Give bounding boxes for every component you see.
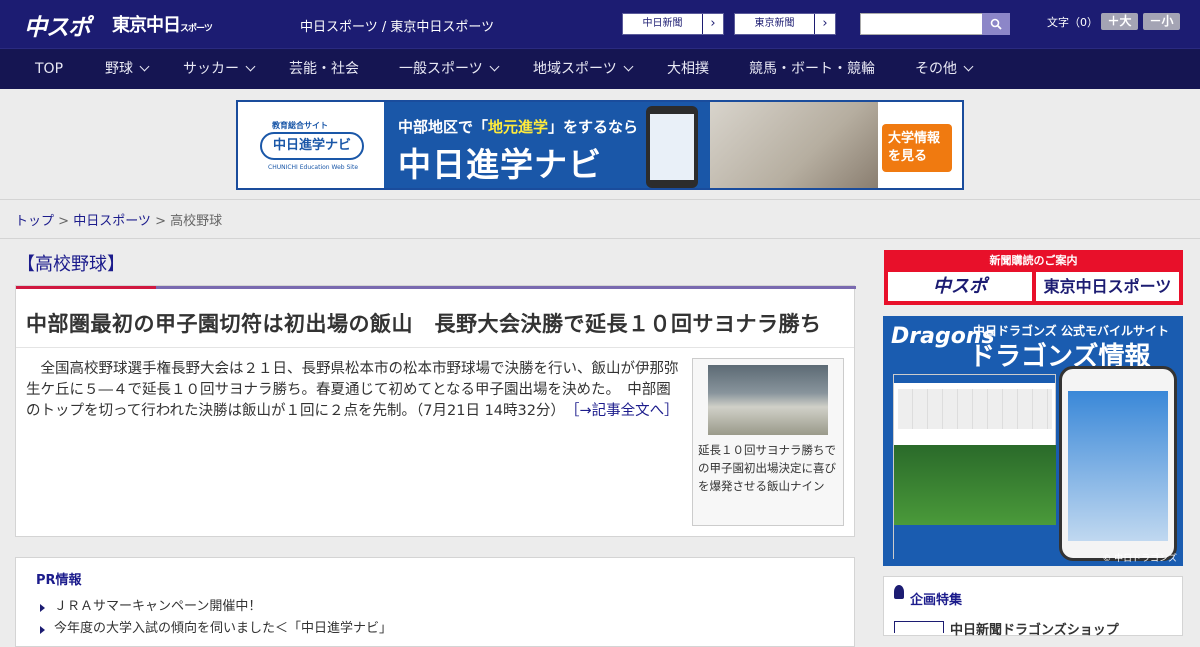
nav-top[interactable]: TOP (35, 49, 63, 90)
banner-tagline: 中部地区で「地元進学」をするなら (398, 118, 639, 136)
photo-caption: 延長１０回サヨナラ勝ちでの甲子園初出場決定に喜びを爆発させる飯山ナイン (698, 443, 836, 493)
pr-item[interactable]: 今年度の大学入試の傾向を伺いました＜「中日進学ナビ」 (40, 620, 392, 642)
chevron-down-icon (489, 61, 500, 72)
tokyo-shimbun-link[interactable]: 東京新聞 › (734, 13, 836, 35)
banner-phone-image (646, 106, 698, 188)
subscription-banner[interactable]: 新聞購読のご案内 中スポ 東京中日スポーツ (884, 250, 1183, 305)
article-card: 中部圏最初の甲子園切符は初出場の飯山 長野大会決勝で延長１０回サヨナラ勝ち 全国… (15, 285, 856, 537)
pr-title: PR情報 (36, 573, 82, 588)
nav-local-sports[interactable]: 地域スポーツ (533, 49, 634, 90)
chevron-down-icon (963, 61, 974, 72)
special-feature-box: 企画特集 中日新聞ドラゴンズショップ (883, 576, 1183, 638)
breadcrumb: トップ > 中日スポーツ > 高校野球 (15, 214, 223, 229)
site-name[interactable]: 中日スポーツ / 東京中日スポーツ (300, 16, 494, 35)
text-size-up-button[interactable]: ＋大 (1101, 13, 1138, 30)
text-size-label: 文字（0） (1047, 16, 1098, 29)
breadcrumb-top[interactable]: トップ (15, 214, 54, 229)
section-title: 【高校野球】 (17, 254, 125, 275)
text-size-down-button[interactable]: －小 (1143, 13, 1180, 30)
breadcrumb-chunichi-sports[interactable]: 中日スポーツ (73, 214, 151, 229)
shop-thumbnail[interactable] (894, 621, 944, 633)
nav-sumo[interactable]: 大相撲 (667, 49, 709, 90)
pr-list: ＪＲＡサマーキャンペーン開催中！ 今年度の大学入試の傾向を伺いました＜「中日進学… (40, 598, 392, 642)
special-feature-title: 企画特集 (910, 593, 963, 608)
university-info-button[interactable]: 大学情報を見る (882, 124, 952, 172)
banner-students-photo (710, 102, 878, 188)
chusupo-logo[interactable]: 中スポ (24, 8, 91, 42)
chevron-down-icon (245, 61, 256, 72)
article-photo[interactable] (708, 365, 828, 435)
subscription-title: 新聞購読のご案内 (989, 254, 1078, 267)
article-accent-bar (16, 286, 156, 289)
nav-soccer[interactable]: サッカー (183, 49, 256, 90)
search-input[interactable] (860, 13, 982, 35)
main-nav: TOP 野球 サッカー 芸能・社会 一般スポーツ 地域スポーツ 大相撲 競馬・ボ… (0, 48, 1200, 89)
nav-general-sports[interactable]: 一般スポーツ (399, 49, 500, 90)
nav-baseball[interactable]: 野球 (105, 49, 150, 90)
subscribe-chusupo[interactable]: 中スポ (888, 272, 1032, 301)
pr-item[interactable]: ＪＲＡサマーキャンペーン開催中！ (40, 598, 392, 620)
tokyo-chunichi-logo[interactable]: 東京中日スポーツ (112, 11, 213, 37)
article-figure: 延長１０回サヨナラ勝ちでの甲子園初出場決定に喜びを爆発させる飯山ナイン (692, 358, 844, 526)
banner-area: 教育総合サイト 中日進学ナビ CHUNICHI Education Web Si… (0, 90, 1200, 200)
shingaku-navi-banner[interactable]: 教育総合サイト 中日進学ナビ CHUNICHI Education Web Si… (236, 100, 964, 190)
banner-cta: 大学情報を見る (878, 102, 962, 188)
nav-racing[interactable]: 競馬・ボート・競輪 (749, 49, 875, 90)
divider (16, 347, 854, 348)
chunichi-shimbun-link[interactable]: 中日新聞 › (622, 13, 724, 35)
top-header: 中スポ 東京中日スポーツ 中日スポーツ / 東京中日スポーツ 中日新聞 › 東京… (0, 0, 1200, 48)
chevron-right-icon: › (710, 16, 716, 31)
dragons-info-banner[interactable]: Dragons 中日ドラゴンズ 公式モバイルサイト ドラゴンズ情報 © 中日ドラ… (883, 316, 1183, 566)
nav-other[interactable]: その他 (915, 49, 974, 90)
search-form (860, 13, 1010, 35)
dragons-shop-link[interactable]: 中日新聞ドラゴンズショップ (950, 619, 1119, 638)
chevron-down-icon (623, 61, 634, 72)
article-body: 全国高校野球選手権長野大会は２１日、長野県松本市の松本市野球場で決勝を行い、飯山… (26, 361, 679, 419)
divider (0, 238, 1200, 239)
nav-entertainment[interactable]: 芸能・社会 (289, 49, 359, 90)
mobile-phone-image (1059, 366, 1177, 561)
banner-logo-panel: 教育総合サイト 中日進学ナビ CHUNICHI Education Web Si… (238, 102, 384, 188)
subscribe-tokyo-chunichi[interactable]: 東京中日スポーツ (1036, 272, 1179, 301)
search-icon (990, 18, 1002, 30)
chevron-down-icon (139, 61, 150, 72)
chevron-right-icon: › (822, 16, 828, 31)
pin-icon (894, 585, 904, 599)
read-more-link[interactable]: ［→記事全文へ］ (572, 403, 678, 419)
banner-title: 中日進学ナビ (398, 145, 602, 184)
article-headline[interactable]: 中部圏最初の甲子園切符は初出場の飯山 長野大会決勝で延長１０回サヨナラ勝ち (26, 308, 822, 338)
breadcrumb-current: 高校野球 (170, 214, 223, 229)
app-screen-image (893, 374, 1056, 559)
pr-info: PR情報 ＪＲＡサマーキャンペーン開催中！ 今年度の大学入試の傾向を伺いました＜… (15, 557, 855, 647)
banner-logo: 中日進学ナビ (260, 132, 364, 160)
search-button[interactable] (982, 13, 1010, 35)
